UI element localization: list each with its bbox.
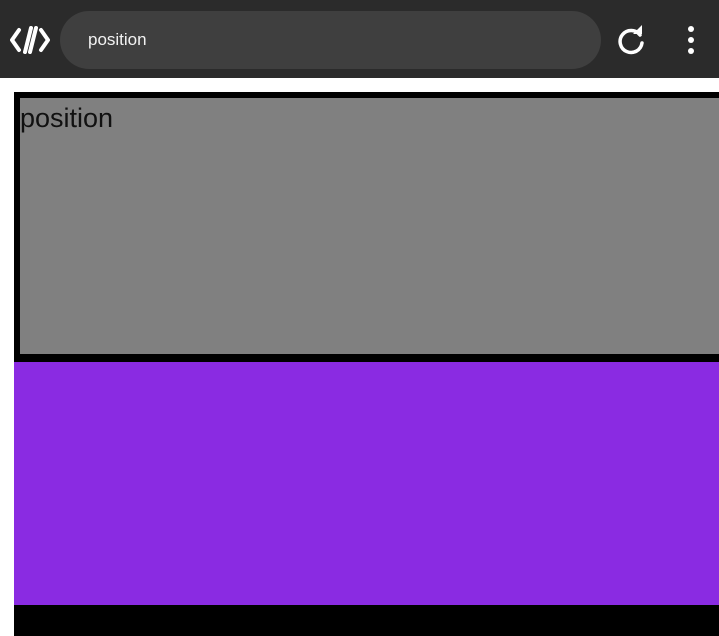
url-bar[interactable]: position — [60, 11, 601, 69]
browser-toolbar: position — [0, 0, 719, 78]
reload-icon[interactable] — [615, 25, 647, 57]
purple-box — [14, 362, 719, 605]
gray-position-box: position — [20, 98, 719, 354]
position-label: position — [20, 103, 114, 133]
url-text[interactable]: position — [88, 30, 147, 50]
more-vertical-icon[interactable] — [679, 24, 703, 58]
code-brackets-logo-icon[interactable] — [10, 24, 50, 56]
page-viewport: position — [0, 78, 719, 636]
